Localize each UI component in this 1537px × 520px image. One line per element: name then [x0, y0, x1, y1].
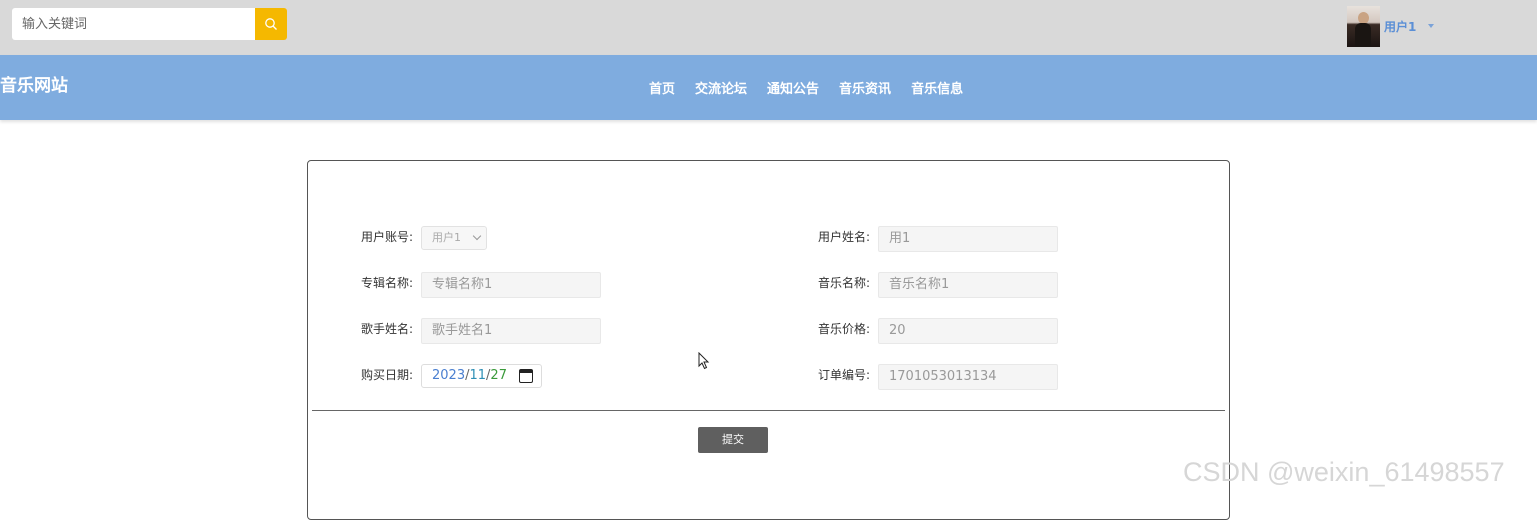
date-year: 2023 — [432, 368, 466, 383]
user-menu[interactable]: 用户1 — [1347, 5, 1435, 47]
music-name-field[interactable]: 音乐名称1 — [878, 272, 1058, 298]
nav-item-forum[interactable]: 交流论坛 — [695, 78, 747, 97]
order-no-field[interactable]: 1701053013134 — [878, 364, 1058, 390]
music-price-field[interactable]: 20 — [878, 318, 1058, 344]
singer-name-label: 歌手姓名: — [361, 322, 414, 336]
nav-item-home[interactable]: 首页 — [649, 78, 675, 97]
user-name-label: 用户姓名: — [818, 230, 871, 244]
user-name-field[interactable]: 用1 — [878, 226, 1058, 252]
date-day: 27 — [490, 368, 507, 383]
album-name-label: 专辑名称: — [361, 276, 414, 290]
user-account-label: 用户账号: — [361, 230, 414, 244]
order-no-label: 订单编号: — [818, 368, 871, 382]
user-account-select[interactable]: 用户1 — [421, 226, 487, 250]
search-button[interactable] — [255, 8, 287, 40]
watermark: CSDN @weixin_61498557 — [1183, 457, 1505, 487]
main-nav: 首页 交流论坛 通知公告 音乐资讯 音乐信息 — [649, 78, 963, 97]
avatar[interactable] — [1347, 5, 1380, 47]
purchase-date-label: 购买日期: — [361, 368, 414, 382]
search-icon — [265, 18, 277, 30]
order-form: 用户账号: 用户1 用户姓名: 用1 专辑名称: 专辑名称1 音乐名称: 音乐名… — [307, 160, 1230, 520]
music-price-label: 音乐价格: — [818, 322, 871, 336]
singer-name-field[interactable]: 歌手姓名1 — [421, 318, 601, 344]
date-month: 11 — [469, 368, 487, 383]
mouse-cursor-icon — [698, 352, 710, 370]
user-name[interactable]: 用户1 — [1384, 18, 1416, 35]
submit-button[interactable]: 提交 — [698, 427, 768, 453]
music-name-label: 音乐名称: — [818, 276, 871, 290]
chevron-down-icon — [472, 231, 482, 241]
search-input[interactable] — [12, 8, 255, 40]
site-title: 音乐网站 — [0, 76, 68, 96]
nav-item-music-news[interactable]: 音乐资讯 — [839, 78, 891, 97]
album-name-field[interactable]: 专辑名称1 — [421, 272, 601, 298]
user-account-value: 用户1 — [432, 231, 461, 244]
nav-item-notice[interactable]: 通知公告 — [767, 78, 819, 97]
nav-bar: 音乐网站 首页 交流论坛 通知公告 音乐资讯 音乐信息 — [0, 55, 1537, 120]
calendar-icon[interactable] — [519, 369, 533, 383]
purchase-date-picker[interactable]: 2023/11/27 — [421, 364, 542, 388]
nav-item-music-info[interactable]: 音乐信息 — [911, 78, 963, 97]
divider — [312, 410, 1225, 411]
top-bar: 用户1 — [0, 0, 1537, 55]
chevron-down-icon[interactable] — [1428, 24, 1435, 28]
